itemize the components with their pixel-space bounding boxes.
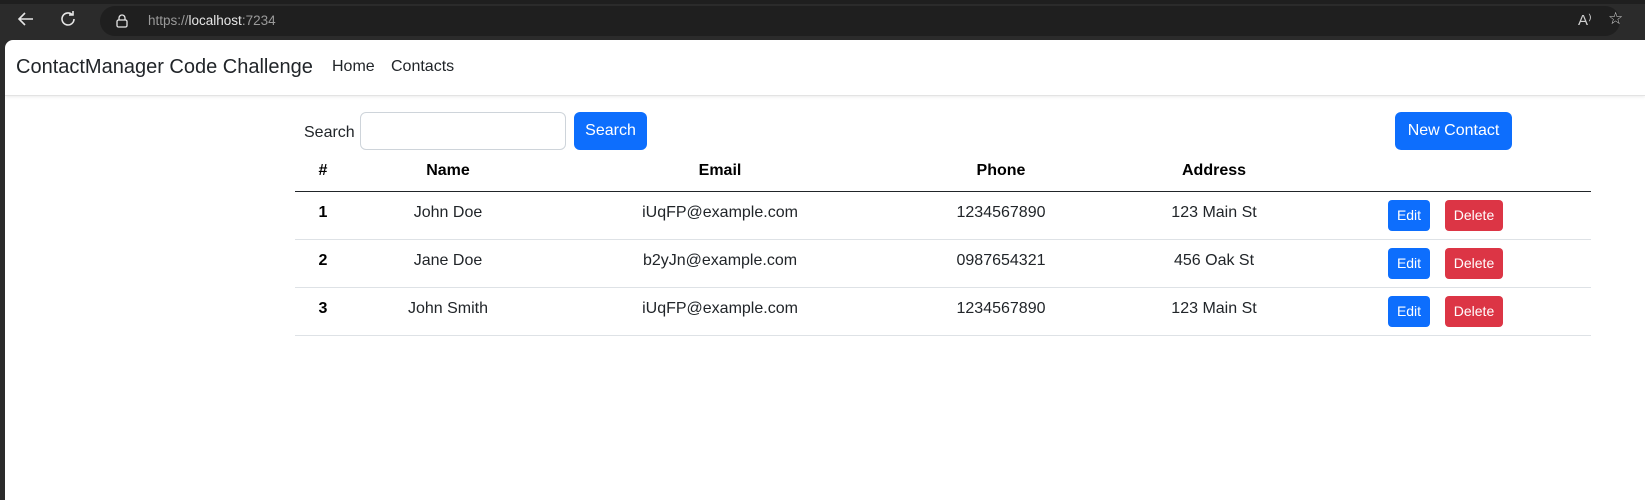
delete-button[interactable]: Delete: [1445, 200, 1503, 231]
url-text: https://localhost:7234: [148, 13, 276, 28]
header-number: #: [318, 162, 328, 179]
edit-button[interactable]: Edit: [1388, 248, 1430, 279]
browser-toolbar: https://localhost:7234 A⁾ ☆: [0, 0, 1645, 40]
table-header: # Name Email Phone Address: [295, 152, 1591, 192]
row-email: iUqFP@example.com: [642, 300, 798, 317]
url-port: :7234: [241, 13, 276, 28]
url-scheme: https://: [148, 13, 189, 28]
row-email: b2yJn@example.com: [642, 252, 798, 269]
star-icon[interactable]: ☆: [1608, 9, 1623, 29]
header-address: Address: [1181, 162, 1247, 179]
table-row: 2 Jane Doe b2yJn@example.com 0987654321 …: [295, 240, 1591, 288]
row-email: iUqFP@example.com: [642, 204, 798, 221]
navbar-brand[interactable]: ContactManager Code Challenge: [16, 56, 313, 79]
url-host: localhost: [188, 13, 242, 28]
header-name: Name: [426, 162, 470, 179]
browser-top-edge: [0, 0, 1645, 4]
contacts-table: # Name Email Phone Address 1 John Doe iU…: [295, 152, 1591, 336]
row-number: 3: [318, 300, 328, 317]
row-number: 1: [318, 204, 328, 221]
row-phone: 1234567890: [956, 300, 1046, 317]
table-row: 1 John Doe iUqFP@example.com 1234567890 …: [295, 192, 1591, 240]
read-aloud-icon[interactable]: A⁾: [1578, 11, 1592, 29]
page-content: ContactManager Code Challenge Home Conta…: [5, 40, 1645, 500]
row-phone: 1234567890: [956, 204, 1046, 221]
row-name: John Doe: [413, 204, 483, 221]
lock-icon[interactable]: [116, 14, 128, 28]
delete-button[interactable]: Delete: [1445, 296, 1503, 327]
edit-button[interactable]: Edit: [1388, 296, 1430, 327]
row-phone: 0987654321: [956, 252, 1046, 269]
new-contact-button[interactable]: New Contact: [1395, 112, 1512, 150]
header-email: Email: [698, 162, 742, 179]
row-name: John Smith: [407, 300, 489, 317]
row-address: 123 Main St: [1171, 300, 1257, 317]
delete-button[interactable]: Delete: [1445, 248, 1503, 279]
address-bar[interactable]: https://localhost:7234 A⁾ ☆: [100, 6, 1623, 36]
row-address: 456 Oak St: [1173, 252, 1255, 269]
nav-link-home[interactable]: Home: [332, 58, 375, 76]
navbar: ContactManager Code Challenge Home Conta…: [5, 40, 1645, 96]
search-button[interactable]: Search: [574, 112, 647, 150]
back-arrow-icon[interactable]: [14, 9, 38, 33]
edit-button[interactable]: Edit: [1388, 200, 1430, 231]
nav-link-contacts[interactable]: Contacts: [391, 58, 454, 76]
search-input[interactable]: [360, 112, 566, 150]
row-name: Jane Doe: [413, 252, 483, 269]
table-row: 3 John Smith iUqFP@example.com 123456789…: [295, 288, 1591, 336]
row-number: 2: [318, 252, 328, 269]
row-address: 123 Main St: [1171, 204, 1257, 221]
header-phone: Phone: [976, 162, 1026, 179]
refresh-icon[interactable]: [56, 9, 80, 33]
search-label: Search: [304, 124, 355, 141]
